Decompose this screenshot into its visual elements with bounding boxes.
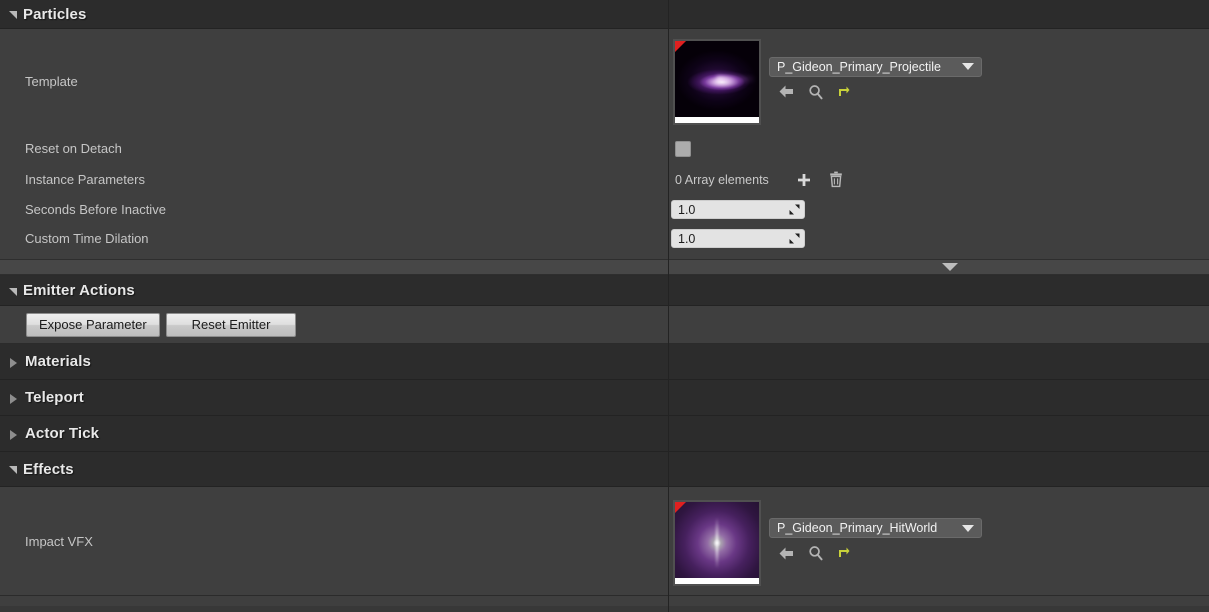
section-header-emitter-actions[interactable]: Emitter Actions [0, 275, 1209, 306]
show-advanced-properties-icon[interactable] [942, 263, 958, 271]
browse-to-asset-icon[interactable] [808, 545, 824, 561]
asset-tools-template [769, 84, 982, 100]
input-custom-time-dilation[interactable]: 1.0 [671, 229, 805, 248]
section-title-materials: Materials [25, 353, 91, 370]
label-custom-time-dilation: Custom Time Dilation [25, 231, 149, 246]
row-seconds-before-inactive: Seconds Before Inactive 1.0 [0, 195, 1209, 224]
delete-all-elements-icon[interactable] [828, 171, 844, 188]
array-controls: 0 Array elements [675, 171, 844, 188]
particle-burst-thumbnail[interactable] [673, 500, 761, 586]
triangle-collapsed-icon [10, 393, 17, 404]
drag-spinner-icon[interactable] [788, 232, 801, 245]
add-element-icon[interactable] [796, 172, 812, 188]
section-header-effects[interactable]: Effects [0, 452, 1209, 487]
label-template: Template [25, 73, 78, 89]
row-custom-time-dilation: Custom Time Dilation 1.0 [0, 224, 1209, 253]
asset-dropdown-impact-vfx[interactable]: P_Gideon_Primary_HitWorld [769, 518, 982, 538]
section-title-effects: Effects [23, 460, 74, 478]
label-instance-parameters: Instance Parameters [25, 172, 145, 187]
expose-parameter-button[interactable]: Expose Parameter [26, 312, 160, 337]
input-seconds-before-inactive[interactable]: 1.0 [671, 200, 805, 219]
chevron-down-icon [962, 63, 974, 70]
column-splitter[interactable] [668, 0, 669, 612]
effects-rows: Impact VFX P_Gideon_Primary_HitWorld [0, 487, 1209, 606]
section-header-actor-tick[interactable]: Actor Tick [0, 416, 1209, 452]
asset-controls-template: P_Gideon_Primary_Projectile [769, 39, 982, 100]
browse-to-asset-icon[interactable] [808, 84, 824, 100]
details-panel: Particles Template P_Gideon_Primary_Proj… [0, 0, 1209, 612]
thumbnail-image [675, 502, 759, 584]
asset-controls-impact-vfx: P_Gideon_Primary_HitWorld [769, 500, 982, 561]
asset-name-impact-vfx: P_Gideon_Primary_HitWorld [777, 521, 938, 535]
triangle-expanded-icon [9, 11, 17, 19]
thumbnail-image [675, 40, 759, 123]
particles-rows: Template P_Gideon_Primary_Projectile Res… [0, 29, 1209, 259]
value-custom-time-dilation: 1.0 [668, 229, 1209, 248]
value-reset-on-detach [668, 140, 1209, 157]
reset-emitter-button[interactable]: Reset Emitter [165, 312, 297, 337]
asset-picker-template: P_Gideon_Primary_Projectile [673, 38, 982, 125]
asset-picker-impact-vfx: P_Gideon_Primary_HitWorld [673, 496, 982, 586]
array-element-count: 0 Array elements [675, 172, 769, 187]
section-title-teleport: Teleport [25, 389, 84, 406]
triangle-expanded-icon [9, 466, 17, 474]
next-property-row [0, 596, 1209, 606]
chevron-down-icon [962, 524, 974, 532]
use-selected-asset-icon[interactable] [778, 84, 795, 99]
section-title-actor-tick: Actor Tick [25, 425, 100, 442]
asset-name-template: P_Gideon_Primary_Projectile [777, 59, 941, 74]
section-title-emitter-actions: Emitter Actions [23, 282, 135, 299]
custom-time-dilation-value: 1.0 [678, 231, 696, 246]
particle-comet-thumbnail[interactable] [673, 38, 761, 125]
label-reset-on-detach: Reset on Detach [25, 141, 122, 156]
triangle-expanded-icon [9, 287, 17, 296]
label-seconds-before-inactive: Seconds Before Inactive [25, 202, 166, 217]
row-template: Template P_Gideon_Primary_Projectile [0, 29, 1209, 133]
row-instance-parameters: Instance Parameters 0 Array elements [0, 164, 1209, 195]
checkbox-reset-on-detach[interactable] [675, 140, 691, 157]
triangle-collapsed-icon [10, 357, 17, 368]
value-template: P_Gideon_Primary_Projectile [668, 38, 1209, 125]
asset-dirty-marker-icon [675, 502, 686, 513]
reset-to-default-icon[interactable] [837, 85, 851, 99]
thumbnail-type-bar [675, 116, 759, 123]
asset-dropdown-template[interactable]: P_Gideon_Primary_Projectile [769, 56, 982, 77]
value-seconds-before-inactive: 1.0 [668, 200, 1209, 219]
drag-spinner-icon[interactable] [788, 203, 801, 216]
section-title-particles: Particles [23, 5, 87, 23]
section-header-particles[interactable]: Particles [0, 0, 1209, 29]
value-impact-vfx: P_Gideon_Primary_HitWorld [668, 496, 1209, 586]
row-impact-vfx: Impact VFX P_Gideon_Primary_HitWorld [0, 487, 1209, 595]
use-selected-asset-icon[interactable] [778, 546, 795, 561]
asset-dirty-marker-icon [675, 40, 686, 52]
reset-to-default-icon[interactable] [837, 546, 851, 560]
row-reset-on-detach: Reset on Detach [0, 133, 1209, 164]
section-header-materials[interactable]: Materials [0, 344, 1209, 380]
advanced-properties-strip[interactable] [0, 259, 1209, 275]
thumbnail-type-bar [675, 578, 759, 584]
triangle-collapsed-icon [10, 429, 17, 440]
section-header-teleport[interactable]: Teleport [0, 380, 1209, 416]
emitter-action-buttons: Expose Parameter Reset Emitter [0, 306, 1209, 344]
asset-tools-impact-vfx [769, 545, 982, 561]
label-impact-vfx: Impact VFX [25, 533, 93, 549]
seconds-before-inactive-value: 1.0 [678, 202, 696, 217]
value-instance-parameters: 0 Array elements [668, 171, 1209, 188]
